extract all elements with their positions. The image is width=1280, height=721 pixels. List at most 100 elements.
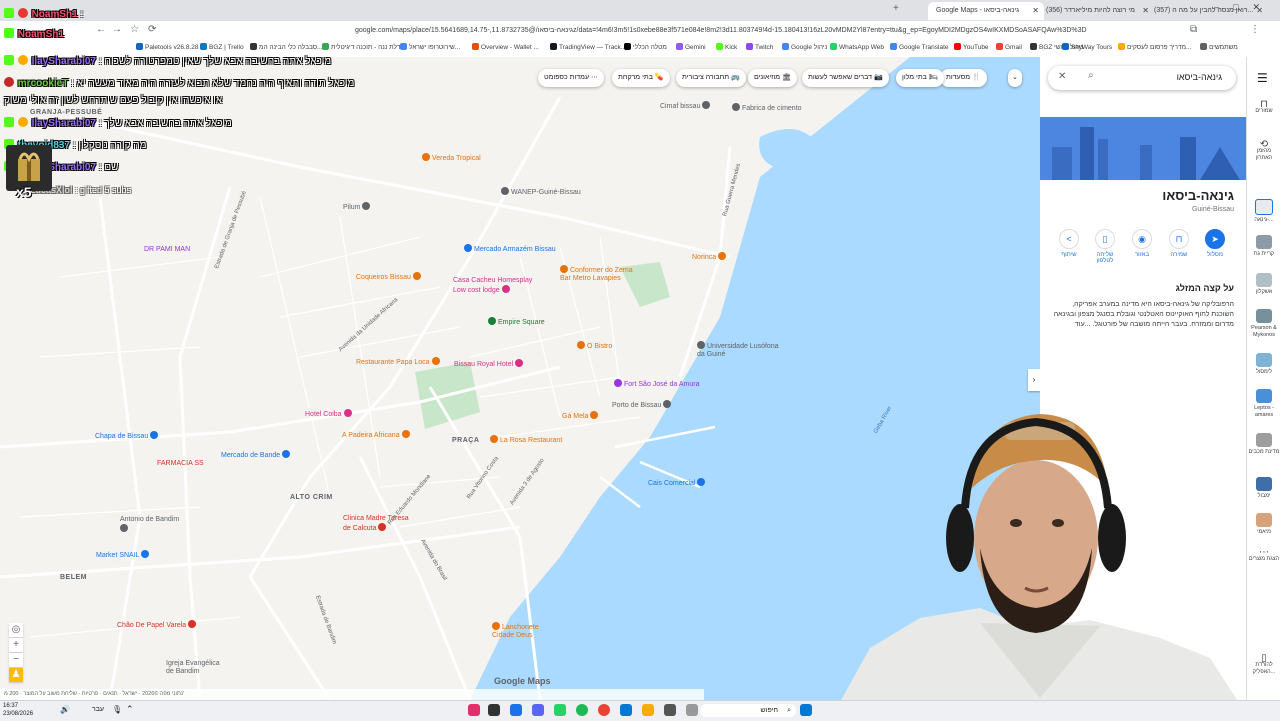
window-controls[interactable]: –□✕ xyxy=(1214,2,1274,13)
chat-username[interactable]: NoamSh1 xyxy=(32,9,78,20)
poi-marker[interactable]: Mercado de Bande xyxy=(221,450,292,459)
clock[interactable]: 16:37 23/08/2026 xyxy=(3,702,33,718)
poi-marker[interactable]: Igreja Evangélica de Bandim xyxy=(166,660,226,676)
hero-image[interactable] xyxy=(1040,117,1246,180)
share-button[interactable]: < שיתוף xyxy=(1054,229,1084,258)
menu-icon[interactable]: ⋮ xyxy=(1250,24,1260,35)
tab-google-maps[interactable]: Google Maps - גינאה-ביסאו ✕ xyxy=(928,2,1044,20)
chat-username[interactable]: IlaySharabi07 xyxy=(32,118,96,129)
my-location-icon[interactable]: ◎ xyxy=(9,623,23,637)
poi-marker[interactable]: Vereda Tropical xyxy=(422,153,481,162)
chip-museums[interactable]: מוזיאונים 🏛 xyxy=(748,69,797,87)
bookmark[interactable]: Kick xyxy=(716,43,737,51)
bookmark[interactable]: YouTube xyxy=(954,43,989,51)
bookmark[interactable]: Gmail xyxy=(996,43,1022,51)
tab-youtube-1[interactable]: (356) מי רוצה להיות מיליארדר ✕ xyxy=(1038,2,1154,20)
poi-marker[interactable]: Chão De Papel Varela xyxy=(117,620,198,629)
poi-marker[interactable]: Norinca xyxy=(692,252,728,261)
chip-atms[interactable]: עמדות כספומט ⋯ xyxy=(538,69,604,87)
bookmark[interactable]: Twitch xyxy=(746,43,773,51)
bookmark[interactable]: סבבלה כלי הבינה המ... xyxy=(250,43,322,51)
chat-username[interactable]: NoamSh1 xyxy=(18,29,64,40)
rail-item-recent[interactable]: ⟲ מהזמן האחרון xyxy=(1248,140,1280,162)
app-icon[interactable] xyxy=(510,704,522,716)
chip-pharmacies[interactable]: בתי מרקחת 💊 xyxy=(612,69,670,87)
speaker-icon[interactable]: 🔊 xyxy=(60,705,70,714)
poi-marker[interactable]: Empire Square xyxy=(488,317,545,326)
rail-item-place[interactable]: לימסול xyxy=(1248,353,1280,376)
poi-marker[interactable]: Cimaf bissau xyxy=(660,101,712,110)
rail-item-place[interactable]: אשקלון xyxy=(1248,273,1280,296)
poi-marker[interactable]: Bissau Royal Hotel xyxy=(454,359,525,368)
poi-marker[interactable]: WANEP-Guiné-Bissau xyxy=(501,187,581,196)
nearby-button[interactable]: ◉ באזור xyxy=(1127,229,1157,258)
bookmark[interactable]: BGZ | Trello xyxy=(200,43,244,51)
back-icon[interactable]: ← xyxy=(96,24,106,35)
bookmark[interactable]: שירוטרופו ישראל... xyxy=(400,43,460,51)
poi-marker[interactable]: Gá Mela xyxy=(562,411,600,420)
bookmark[interactable]: מטלה הכללי xyxy=(624,43,667,51)
send-to-phone-button[interactable]: ▯ שליחה לטלפון xyxy=(1090,229,1120,264)
language-indicator[interactable]: עבר xyxy=(92,706,104,713)
chip-things-to-do[interactable]: דברים שאפשר לעשות 📷 xyxy=(802,69,889,87)
poi-marker[interactable]: Restaurante Papa Loca xyxy=(356,357,442,366)
chat-username[interactable]: IlaySharabi07 xyxy=(32,56,96,67)
collapse-panel-button[interactable]: › xyxy=(1028,369,1040,391)
poi-marker[interactable]: O Bistro xyxy=(577,341,612,350)
chip-more[interactable]: ⌄ xyxy=(1008,69,1022,87)
poi-marker[interactable]: Chapa de Bissau xyxy=(95,431,160,440)
zoom-out-button[interactable]: − xyxy=(9,653,23,667)
taskbar-search[interactable]: חיפוש ⌕ xyxy=(700,704,796,717)
app-icon[interactable] xyxy=(664,704,676,716)
forward-icon[interactable]: → xyxy=(112,24,122,35)
app-icon[interactable] xyxy=(620,704,632,716)
app-icon[interactable] xyxy=(488,704,500,716)
poi-marker[interactable]: La Rosa Restaurant xyxy=(490,435,562,444)
chat-username[interactable]: mrcookieT xyxy=(18,78,69,89)
new-tab-icon[interactable]: + xyxy=(893,3,899,14)
close-icon[interactable]: ✕ xyxy=(1058,71,1066,82)
directions-button[interactable]: ➤ מסלול xyxy=(1200,229,1230,258)
search-icon[interactable]: ⌕ xyxy=(1088,70,1094,81)
bookmark[interactable]: Paletools v26.8.28 xyxy=(136,43,198,51)
discord-icon[interactable] xyxy=(532,704,544,716)
chip-transit[interactable]: תחבורה ציבורית 🚌 xyxy=(676,69,746,87)
poi-marker[interactable]: Market SNAIL xyxy=(96,550,151,559)
poi-marker[interactable]: Universidade Lusófona da Guiné xyxy=(697,341,787,359)
zoom-in-button[interactable]: + xyxy=(9,638,23,652)
folder-icon[interactable] xyxy=(642,704,654,716)
poi-marker[interactable]: Clinica Madre Teresa de Calcuta xyxy=(343,515,413,533)
poi-marker[interactable]: Antonio de Bandim xyxy=(120,516,190,534)
chevron-up-icon[interactable]: ⌃ xyxy=(126,704,134,715)
poi-marker[interactable]: Mercado Armazém Bissau xyxy=(464,244,556,253)
save-button[interactable]: ⊓ שמירה xyxy=(1164,229,1194,258)
rail-item-saved[interactable]: ⊓ שמורים xyxy=(1248,100,1280,115)
app-icon[interactable] xyxy=(686,704,698,716)
hamburger-icon[interactable]: ☰ xyxy=(1257,71,1268,85)
bookmark[interactable]: SkyWay Tours xyxy=(1062,43,1112,51)
star-icon[interactable]: ☆ xyxy=(130,24,139,35)
whatsapp-icon[interactable] xyxy=(554,704,566,716)
chip-restaurants[interactable]: מסעדות 🍴 xyxy=(940,69,987,87)
chrome-icon[interactable] xyxy=(598,704,610,716)
poi-marker[interactable]: Fabrica de cimento xyxy=(732,103,802,112)
rail-item-place[interactable]: קריית גת xyxy=(1248,235,1280,258)
windows-start-icon[interactable] xyxy=(800,704,812,716)
bookmark[interactable]: Google ניהול xyxy=(782,43,827,51)
poi-marker[interactable]: Fort São José da Amura xyxy=(614,379,699,388)
poi-marker[interactable]: A Padeira Africana xyxy=(342,430,412,439)
bookmark[interactable]: Google Translate xyxy=(890,43,949,51)
poi-marker[interactable]: Pilum xyxy=(343,202,372,211)
rail-item-place[interactable]: Pearson & Mykonos xyxy=(1248,309,1280,339)
poi-marker[interactable]: FARMACIA SS xyxy=(157,460,204,467)
poi-marker[interactable]: Lanchonete Cidade Deus xyxy=(492,622,562,640)
pegman-icon[interactable]: ♟ xyxy=(9,668,23,682)
spotify-icon[interactable] xyxy=(576,704,588,716)
bookmark[interactable]: משתמשים xyxy=(1200,43,1238,51)
chip-hotels[interactable]: בתי מלון 🛏 xyxy=(896,69,944,87)
poi-marker[interactable]: Conformer do Zema Bar Metro Lavapies xyxy=(560,265,640,283)
poi-marker[interactable]: DR PAMI MAN xyxy=(144,246,190,253)
poi-marker[interactable]: Cais Comercial xyxy=(648,478,707,487)
poi-marker[interactable]: Porto de Bissau xyxy=(612,400,673,409)
bookmark[interactable]: Overview - Wallet ... xyxy=(472,43,539,51)
